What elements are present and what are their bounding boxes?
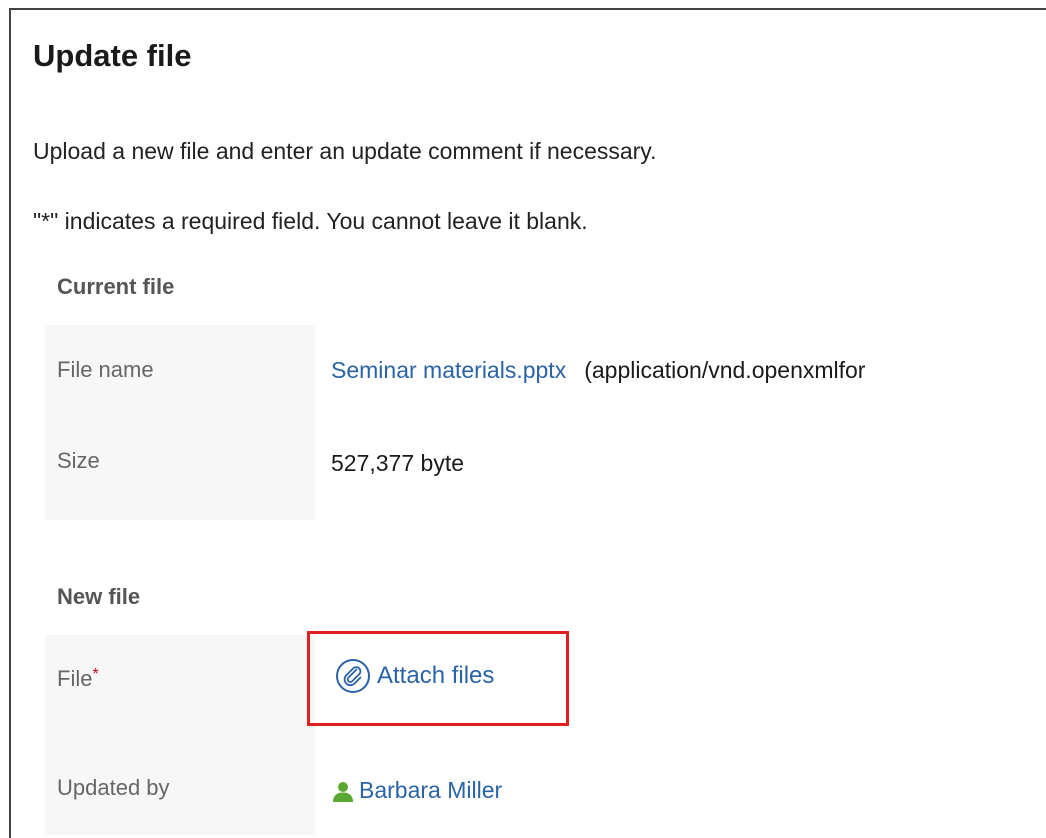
size-label: Size <box>57 448 100 473</box>
updated-by-label: Updated by <box>57 775 170 800</box>
attach-files-label: Attach files <box>377 662 495 689</box>
attach-files-button[interactable]: Attach files <box>335 658 494 694</box>
current-file-label-column <box>45 325 315 520</box>
user-icon <box>331 779 355 803</box>
updated-by-user-link[interactable]: Barbara Miller <box>331 777 502 804</box>
page-title: Update file <box>33 38 192 73</box>
current-file-heading: Current file <box>57 274 175 299</box>
file-name-label: File name <box>57 357 154 382</box>
file-label-text: File <box>57 666 93 691</box>
update-file-panel: Update file Upload a new file and enter … <box>9 8 1046 838</box>
current-file-link[interactable]: Seminar materials.pptx <box>331 357 566 383</box>
paperclip-icon <box>335 658 371 694</box>
updated-by-value: Barbara Miller <box>331 777 502 809</box>
updated-by-user-name: Barbara Miller <box>359 777 503 803</box>
required-star: * <box>92 666 99 683</box>
file-mime-type: (application/vnd.openxmlfor <box>584 357 866 383</box>
size-value: 527,377 byte <box>331 450 465 476</box>
required-field-note: "*" indicates a required field. You cann… <box>33 208 588 234</box>
new-file-heading: New file <box>57 584 141 609</box>
new-file-label-column <box>45 635 315 835</box>
file-field-label: File* <box>57 666 99 692</box>
file-name-value: Seminar materials.pptx (application/vnd.o… <box>331 357 865 384</box>
intro-text: Upload a new file and enter an update co… <box>33 138 657 164</box>
